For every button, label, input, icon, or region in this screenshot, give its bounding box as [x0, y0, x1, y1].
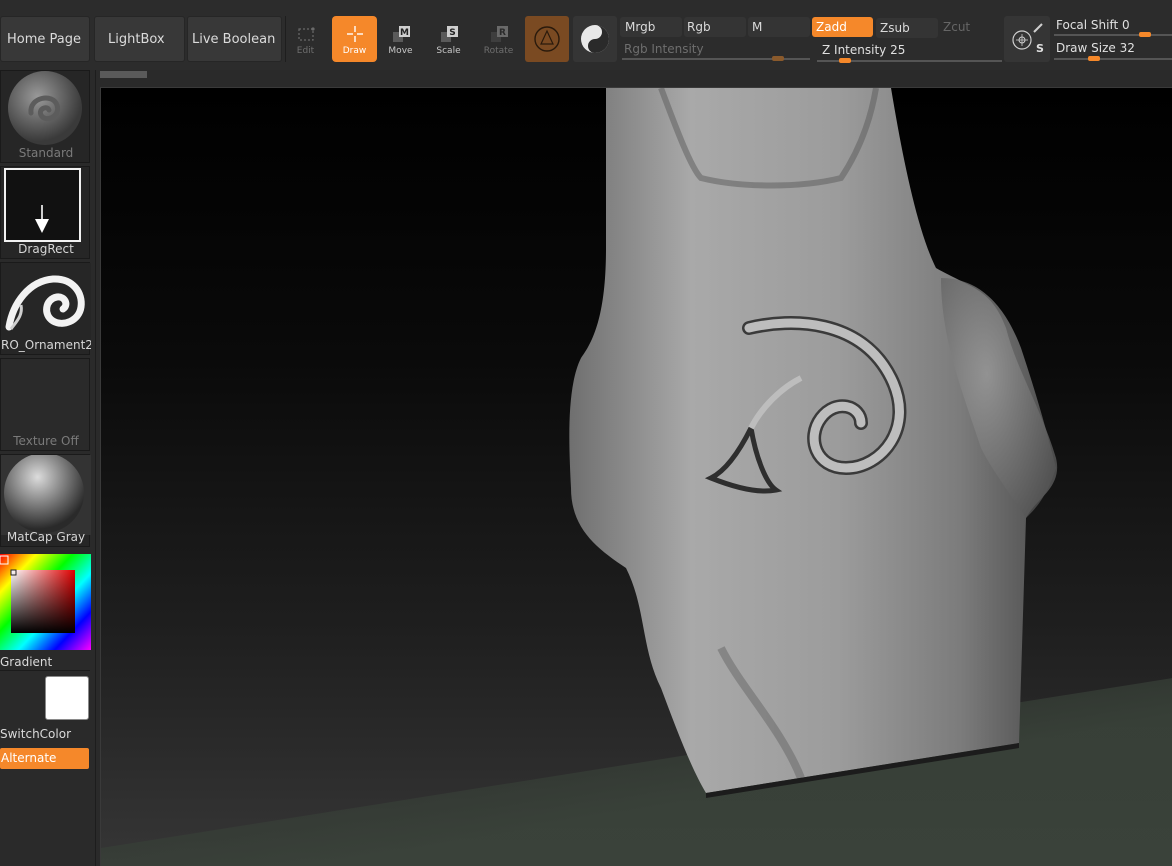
texture-name: Texture Off	[13, 434, 79, 448]
draw-size-slider[interactable]	[1054, 58, 1172, 60]
draw-size-label: Draw Size 32	[1056, 41, 1135, 55]
scale-icon: S	[438, 24, 460, 44]
focal-shift-slider-knob[interactable]	[1138, 32, 1151, 37]
rotate-icon: R	[488, 24, 510, 44]
zcut-label: Zcut	[943, 20, 971, 34]
rgb-toggle[interactable]: Rgb	[684, 17, 746, 37]
zsub-label: Zsub	[880, 21, 910, 35]
alpha-name: RO_Ornament20	[1, 338, 91, 352]
material-name: MatCap Gray	[6, 530, 86, 544]
zbrush-window: Home Page LightBox Live Boolean Edit Dra…	[0, 0, 1172, 866]
move-label: Move	[388, 46, 413, 56]
edit-label: Edit	[296, 46, 315, 56]
live-boolean-label: Live Boolean	[192, 31, 276, 47]
svg-text:R: R	[499, 28, 506, 38]
scale-button[interactable]: S Scale	[426, 16, 471, 62]
draw-label: Draw	[342, 46, 367, 56]
material-mode-button[interactable]	[525, 16, 569, 62]
svg-text:M: M	[400, 28, 409, 38]
brush-selector[interactable]: Standard	[0, 70, 90, 163]
focal-shift-label: Focal Shift 0	[1056, 18, 1130, 32]
rgb-intensity-label: Rgb Intensity	[624, 42, 704, 56]
yin-yang-icon	[581, 25, 609, 53]
z-intensity-label: Z Intensity 25	[822, 43, 906, 57]
move-button[interactable]: M Move	[378, 16, 423, 62]
gradient-label[interactable]: Gradient	[0, 655, 52, 669]
draw-size-slider-knob[interactable]	[1087, 56, 1100, 61]
stroke-name: DragRect	[18, 242, 74, 256]
alternate-label: Alternate	[1, 751, 57, 765]
matcap-sphere-icon	[1, 453, 91, 535]
lightbox-button[interactable]: LightBox	[94, 16, 185, 62]
mrgb-label: Mrgb	[625, 20, 656, 34]
color-picker-gradient-icon	[0, 554, 91, 650]
alternate-button[interactable]: Alternate	[0, 748, 89, 769]
zcut-toggle[interactable]: Zcut	[940, 17, 1000, 37]
rotate-button[interactable]: R Rotate	[476, 16, 521, 62]
edit-icon	[295, 24, 317, 44]
main-color-swatch[interactable]	[45, 676, 89, 720]
material-mode-icon	[534, 26, 560, 52]
switch-color-label[interactable]: SwitchColor	[0, 727, 71, 741]
canvas-viewport[interactable]	[100, 87, 1172, 866]
home-page-button[interactable]: Home Page	[0, 16, 90, 62]
lightbox-brush-icon: S	[1012, 23, 1044, 55]
rgb-label: Rgb	[687, 20, 711, 34]
top-toolbar: Home Page LightBox Live Boolean Edit Dra…	[0, 0, 1172, 70]
shade-mode-button[interactable]	[573, 16, 617, 62]
home-page-label: Home Page	[7, 31, 81, 47]
left-tray: Standard DragRect RO_Ornament20 Texture …	[0, 70, 96, 866]
svg-text:S: S	[1036, 42, 1044, 55]
lightbox-label: LightBox	[108, 31, 165, 47]
ornament-alpha-icon	[1, 263, 91, 343]
standard-brush-icon	[8, 71, 82, 145]
brush-name: Standard	[18, 146, 74, 160]
rotate-label: Rotate	[483, 46, 514, 56]
material-selector[interactable]: MatCap Gray	[0, 453, 91, 547]
brush-settings-button[interactable]: S	[1004, 16, 1050, 62]
sculpted-model	[101, 88, 1172, 866]
svg-text:S: S	[449, 28, 455, 38]
draw-icon	[344, 24, 366, 44]
focal-shift-slider[interactable]	[1054, 34, 1172, 36]
color-picker[interactable]	[0, 554, 91, 650]
z-intensity-slider-knob[interactable]	[838, 58, 851, 63]
live-boolean-button[interactable]: Live Boolean	[187, 16, 282, 62]
stroke-selector[interactable]: DragRect	[0, 166, 90, 259]
m-label: M	[752, 20, 763, 34]
move-icon: M	[390, 24, 412, 44]
texture-selector[interactable]: Texture Off	[0, 358, 90, 451]
rgb-intensity-slider-knob[interactable]	[772, 56, 785, 61]
scale-label: Scale	[436, 46, 461, 56]
m-toggle[interactable]: M	[748, 17, 810, 37]
mrgb-toggle[interactable]: Mrgb	[620, 17, 682, 37]
zsub-toggle[interactable]: Zsub	[876, 18, 938, 38]
switch-color-swatches	[0, 670, 90, 720]
zadd-toggle[interactable]: Zadd	[812, 17, 873, 37]
zadd-label: Zadd	[816, 20, 847, 34]
draw-button[interactable]: Draw	[332, 16, 377, 62]
document-scroll-tab[interactable]	[100, 71, 147, 78]
alpha-selector[interactable]: RO_Ornament20	[0, 262, 91, 355]
edit-button[interactable]: Edit	[283, 16, 328, 62]
dragrect-stroke-icon	[4, 168, 81, 242]
